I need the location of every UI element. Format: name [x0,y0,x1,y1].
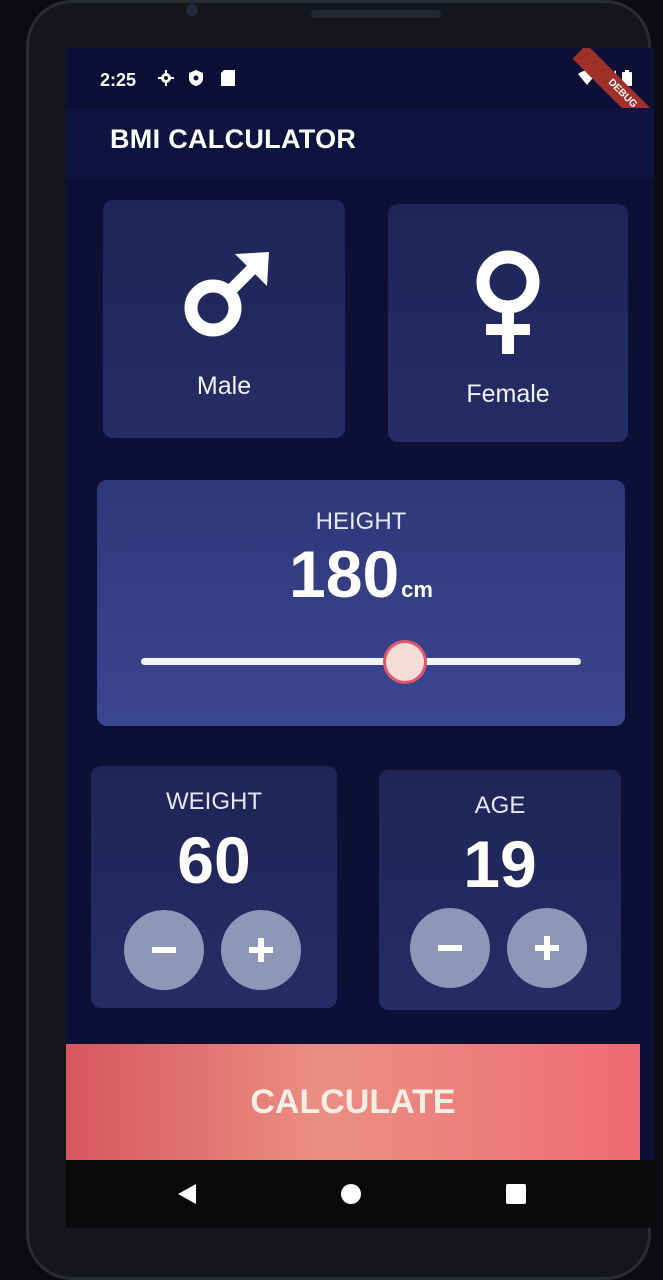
camera-icon [186,4,198,16]
age-card: AGE 19 [379,770,621,1010]
plus-icon [535,936,559,960]
height-unit: cm [401,577,433,602]
status-bar: 2:25 [66,48,654,108]
speaker-grille [311,10,441,18]
home-icon[interactable] [340,1183,362,1205]
page-title: BMI CALCULATOR [110,124,357,154]
age-label: AGE [474,792,526,819]
system-nav-bar [66,1160,654,1228]
male-label: Male [196,372,252,400]
gear-icon [158,70,174,86]
height-value: 180 [289,537,400,611]
status-time: 2:25 [100,70,137,90]
height-label: HEIGHT [315,508,407,535]
recents-icon[interactable] [506,1184,526,1204]
male-icon [184,252,269,337]
height-slider-thumb[interactable] [386,643,424,681]
back-icon[interactable] [176,1182,198,1206]
phone-frame: 2:25 DEBUG BMI CALCULATOR Male Female HE… [26,0,654,1280]
weight-card: WEIGHT 60 [91,766,337,1008]
height-readout: 180cm [97,536,625,612]
weight-value: 60 [177,823,251,897]
age-increment-button[interactable] [507,908,587,988]
shield-icon [189,70,203,86]
age-value: 19 [463,827,537,901]
minus-icon [438,945,462,951]
female-card[interactable]: Female [388,204,628,442]
weight-decrement-button[interactable] [124,910,204,990]
male-card[interactable]: Male [103,200,345,438]
height-slider-track[interactable] [141,658,581,665]
calculate-button[interactable]: CALCULATE [66,1044,640,1160]
weight-increment-button[interactable] [221,910,301,990]
weight-label: WEIGHT [166,788,262,815]
sim-card-icon [221,70,235,86]
app-screen: 2:25 DEBUG BMI CALCULATOR Male Female HE… [66,48,654,1228]
female-label: Female [466,380,550,408]
age-decrement-button[interactable] [410,908,490,988]
female-icon [476,250,540,354]
height-card: HEIGHT 180cm [97,480,625,726]
minus-icon [152,947,176,953]
plus-icon [249,938,273,962]
